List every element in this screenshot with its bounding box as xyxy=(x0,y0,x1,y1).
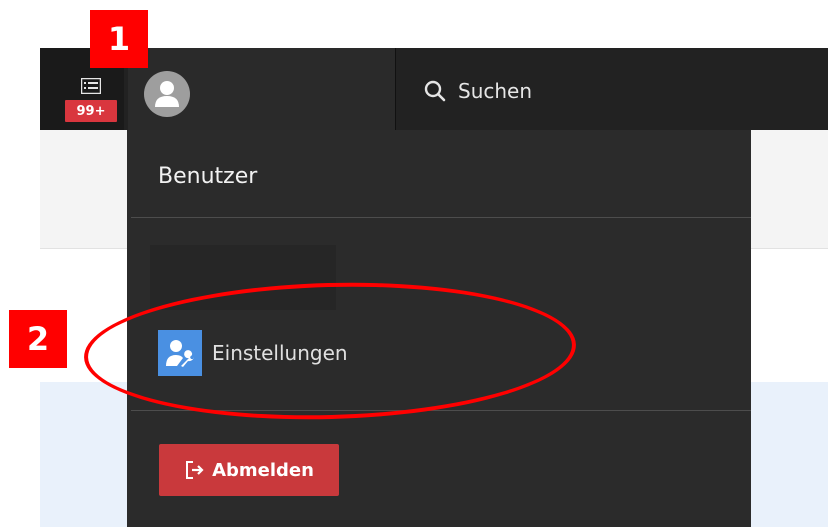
settings-menu-item[interactable]: Einstellungen xyxy=(158,326,348,380)
user-settings-icon xyxy=(158,330,202,376)
user-wrench-icon xyxy=(166,340,194,367)
annotation-marker-2: 2 xyxy=(9,310,67,368)
search-label: Suchen xyxy=(458,79,533,103)
dropdown-divider-bottom xyxy=(131,410,751,411)
search-icon xyxy=(424,80,446,102)
list-icon[interactable] xyxy=(81,78,101,94)
logout-label: Abmelden xyxy=(212,459,314,481)
settings-label: Einstellungen xyxy=(212,341,348,365)
topbar-divider xyxy=(395,48,396,130)
logout-icon xyxy=(186,461,204,479)
notification-badge[interactable]: 99+ xyxy=(65,100,117,122)
dropdown-title: Benutzer xyxy=(158,164,258,189)
annotation-marker-1: 1 xyxy=(90,10,148,68)
dropdown-divider xyxy=(131,217,751,218)
screenshot-canvas: 99+ Suchen Benutzer Einstellungen Abmeld… xyxy=(0,0,828,527)
logout-button[interactable]: Abmelden xyxy=(159,444,339,496)
user-avatar-icon[interactable] xyxy=(144,71,190,117)
user-silhouette-icon xyxy=(155,81,179,107)
search-field[interactable]: Suchen xyxy=(424,74,532,108)
dropdown-placeholder-area xyxy=(150,245,336,310)
